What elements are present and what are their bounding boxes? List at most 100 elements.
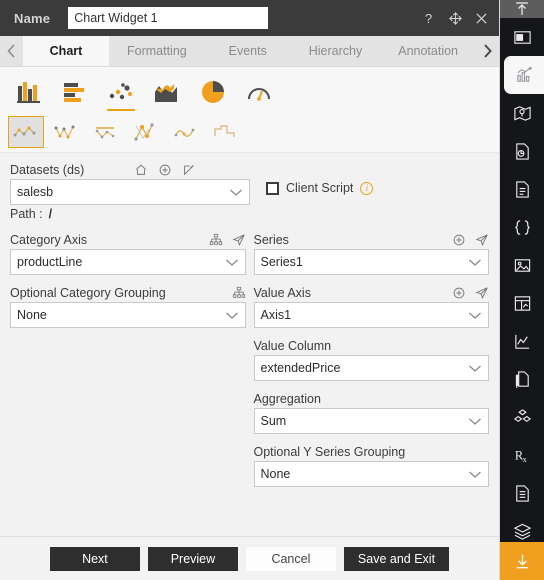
add-circle-icon[interactable] — [452, 233, 466, 247]
datasets-select[interactable]: salesb — [10, 179, 250, 205]
dialog-panel: Name ? — [0, 0, 500, 580]
bar-chart-icon[interactable] — [54, 75, 96, 109]
list-document-icon[interactable] — [500, 474, 544, 512]
datasets-icons — [134, 163, 196, 177]
area-chart-icon[interactable] — [146, 75, 188, 109]
report-icon[interactable] — [500, 132, 544, 170]
send-icon[interactable] — [475, 286, 489, 300]
scatter-line-icon[interactable] — [88, 116, 124, 148]
right-column: Series Series1 Value Axis Axis1 Value Co… — [253, 230, 490, 495]
right-toolbar: R x — [500, 0, 544, 580]
close-icon[interactable] — [474, 11, 489, 26]
axis-columns: Category Axis productLine Optional Categ… — [10, 230, 489, 495]
left-column: Category Axis productLine Optional Categ… — [10, 230, 246, 495]
series-field: Series Series1 — [253, 230, 489, 275]
name-label: Name — [14, 10, 51, 26]
send-icon[interactable] — [475, 233, 489, 247]
tab-hierarchy-label: Hierarchy — [308, 44, 363, 58]
titlebar-icons: ? — [422, 11, 489, 26]
datasets-value: salesb — [17, 185, 54, 199]
tab-chart-label: Chart — [49, 44, 83, 58]
scatter-step-icon[interactable] — [208, 116, 244, 148]
sparkline-icon[interactable] — [500, 322, 544, 360]
chart-widget-icon[interactable] — [504, 56, 544, 94]
scatter-chart-icon[interactable] — [100, 75, 142, 111]
file-copy-icon[interactable] — [500, 360, 544, 398]
chevron-down-icon — [468, 258, 482, 267]
rail-icon-list: R x — [500, 18, 544, 580]
category-grouping-header: Optional Category Grouping — [10, 283, 246, 302]
tab-chart[interactable]: Chart — [22, 36, 109, 66]
collapse-up-icon[interactable] — [500, 0, 544, 18]
home-icon[interactable] — [134, 163, 148, 177]
preview-button[interactable]: Preview — [147, 546, 238, 571]
category-axis-field: Category Axis productLine — [10, 230, 246, 275]
cube-group-icon[interactable] — [500, 398, 544, 436]
prescription-icon[interactable]: R x — [500, 436, 544, 474]
layout-icon[interactable] — [500, 18, 544, 56]
category-grouping-select[interactable]: None — [10, 302, 246, 328]
scatter-marker-icon[interactable] — [48, 116, 84, 148]
category-axis-select[interactable]: productLine — [10, 249, 246, 275]
dataset-path: Path : / — [10, 207, 250, 221]
tab-formatting[interactable]: Formatting — [109, 36, 205, 66]
download-icon[interactable] — [500, 542, 544, 580]
edit-icon[interactable] — [182, 163, 196, 177]
tab-events[interactable]: Events — [205, 36, 291, 66]
dialog-titlebar: Name ? — [0, 0, 499, 36]
chart-form-body: Datasets (ds) salesb Path: / Client Scr… — [0, 153, 499, 536]
next-button[interactable]: Next — [49, 546, 140, 571]
chevron-down-icon — [468, 417, 482, 426]
widget-name-input[interactable] — [68, 7, 269, 29]
image-icon[interactable] — [500, 246, 544, 284]
move-icon[interactable] — [448, 11, 463, 26]
category-grouping-icons — [232, 286, 246, 300]
series-value: Series1 — [260, 255, 303, 269]
tab-strip: Chart Formatting Events Hierarchy Annota… — [0, 36, 499, 67]
tab-list: Chart Formatting Events Hierarchy Annota… — [22, 36, 476, 66]
value-axis-select[interactable]: Axis1 — [253, 302, 489, 328]
scatter-plain-icon[interactable] — [8, 115, 44, 148]
aggregation-field: Aggregation Sum — [253, 389, 490, 434]
aggregation-select[interactable]: Sum — [253, 408, 489, 434]
hierarchy-icon[interactable] — [232, 286, 246, 300]
column-chart-icon[interactable] — [8, 75, 50, 109]
tabs-next-arrow-icon[interactable] — [476, 36, 499, 66]
send-icon[interactable] — [231, 233, 246, 247]
client-script-label: Client Script — [286, 181, 354, 195]
y-series-grouping-value: None — [260, 467, 291, 481]
tab-events-label: Events — [228, 44, 267, 58]
y-series-grouping-header: Optional Y Series Grouping — [254, 442, 490, 461]
document-icon[interactable] — [500, 170, 544, 208]
series-select[interactable]: Series1 — [253, 249, 489, 275]
value-column-header: Value Column — [254, 336, 490, 355]
info-icon[interactable]: i — [360, 181, 374, 195]
value-column-label: Value Column — [253, 338, 332, 353]
value-column-select[interactable]: extendedPrice — [253, 355, 489, 381]
cancel-button[interactable]: Cancel — [245, 546, 336, 571]
code-braces-icon[interactable] — [500, 208, 544, 246]
aggregation-header: Aggregation — [254, 389, 490, 408]
save-and-exit-button[interactable]: Save and Exit — [343, 546, 450, 571]
chevron-down-icon — [225, 258, 239, 267]
y-series-grouping-label: Optional Y Series Grouping — [253, 444, 406, 459]
hierarchy-icon[interactable] — [209, 233, 223, 247]
scatter-smooth-icon[interactable] — [168, 116, 204, 148]
tab-hierarchy[interactable]: Hierarchy — [291, 36, 381, 66]
client-script-checkbox[interactable] — [266, 181, 279, 195]
tab-annotation[interactable]: Annotation — [380, 36, 476, 66]
scatter-bubble-icon[interactable] — [128, 116, 164, 148]
chart-widget-dialog: Name ? — [0, 0, 544, 580]
chevron-down-icon — [468, 470, 482, 479]
add-circle-icon[interactable] — [452, 286, 466, 300]
category-axis-icons — [209, 233, 246, 247]
y-series-grouping-select[interactable]: None — [253, 461, 489, 487]
tabs-prev-arrow-icon[interactable] — [0, 36, 23, 66]
chevron-down-icon — [225, 311, 239, 320]
map-icon[interactable] — [500, 94, 544, 132]
gauge-chart-icon[interactable] — [238, 75, 280, 109]
table-widget-icon[interactable] — [500, 284, 544, 322]
help-icon[interactable]: ? — [422, 11, 437, 26]
pie-chart-icon[interactable] — [192, 75, 234, 109]
add-icon[interactable] — [158, 163, 172, 177]
